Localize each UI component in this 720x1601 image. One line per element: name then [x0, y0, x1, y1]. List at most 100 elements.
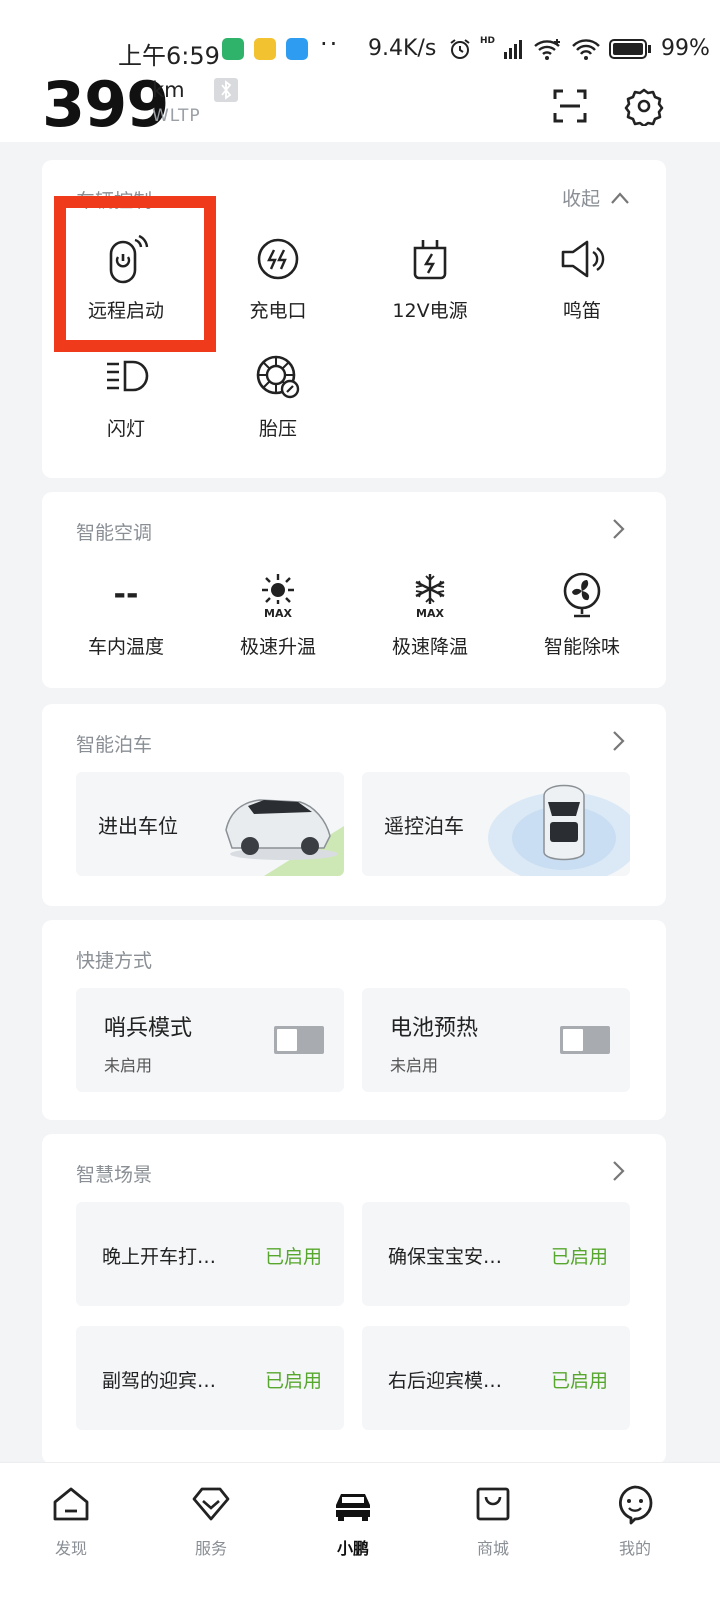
climate-card: 智能空调 -- 车内温度 MAX 极速升温 MAX 极速降温 智能除味 [42, 492, 666, 688]
climate-row: -- 车内温度 MAX 极速升温 MAX 极速降温 智能除味 [42, 570, 666, 659]
horn-label: 鸣笛 [562, 300, 601, 322]
parking-card: 智能泊车 进出车位 遥控泊车 [42, 704, 666, 906]
scene-status: 已启用 [550, 1246, 608, 1268]
collapse-button[interactable]: 收起 [562, 184, 630, 211]
tab-service[interactable]: 服务 [166, 1483, 256, 1559]
battery-preheat-toggle[interactable] [560, 1026, 610, 1054]
video-app-icon [254, 38, 276, 60]
deodorize-label: 智能除味 [543, 636, 620, 658]
scene-name: 确保宝宝安… [388, 1246, 503, 1268]
status-time: 上午6:59 [118, 42, 220, 70]
flash-light-button[interactable]: 闪灯 [50, 352, 202, 441]
scene-name: 晚上开车打… [102, 1246, 217, 1268]
car-side-illustration [225, 799, 344, 876]
tire-pressure-label: 胎压 [258, 418, 297, 440]
charge-port-label: 充电口 [249, 300, 307, 322]
park-in-out-tile[interactable]: 进出车位 [76, 772, 344, 876]
bottom-tab-bar: 发现 服务 小鹏 商城 我的 [0, 1462, 720, 1601]
remote-parking-label: 遥控泊车 [384, 814, 464, 838]
notification-icons [222, 38, 308, 60]
park-in-out-label: 进出车位 [98, 814, 178, 838]
battery-percent: 99% [661, 36, 710, 61]
alarm-icon [450, 38, 470, 59]
chevron-right-icon[interactable] [612, 730, 626, 752]
chevron-right-icon[interactable] [612, 1160, 626, 1182]
shortcuts-title: 快捷方式 [76, 950, 153, 972]
cabin-temperature-value: -- [113, 577, 139, 612]
vehicle-control-row-2: 闪灯 胎压 [42, 352, 666, 441]
cabin-temperature-label: 车内温度 [87, 636, 164, 658]
scene-status: 已启用 [264, 1370, 322, 1392]
cabin-temperature[interactable]: -- 车内温度 [50, 570, 202, 659]
tab-profile-label: 我的 [618, 1539, 651, 1558]
scenes-card: 智慧场景 晚上开车打… 已启用 确保宝宝安… 已启用 副驾的迎宾… 已启用 右后… [42, 1134, 666, 1464]
shield-app-icon [222, 38, 244, 60]
tab-discover-label: 发现 [54, 1539, 87, 1558]
rapid-cool-button[interactable]: MAX 极速降温 [354, 570, 506, 659]
scene-status: 已启用 [264, 1246, 322, 1268]
climate-title: 智能空调 [76, 522, 153, 544]
scenes-title: 智慧场景 [76, 1164, 153, 1186]
tab-xpeng-label: 小鹏 [336, 1539, 369, 1558]
snow-max-icon: MAX [415, 574, 445, 620]
tab-service-label: 服务 [194, 1539, 227, 1558]
battery-12v-button[interactable]: 12V电源 [354, 234, 506, 323]
header: 399 km WLTP [0, 68, 720, 142]
status-right: HD 99% [448, 36, 710, 61]
sun-max-badge: MAX [264, 607, 292, 620]
chevron-right-icon[interactable] [612, 518, 626, 540]
wifi-icon-1 [534, 38, 561, 60]
signal-tag: HD [480, 35, 496, 46]
tire-pressure-button[interactable]: 胎压 [202, 352, 354, 441]
rapid-cool-label: 极速降温 [391, 636, 468, 658]
sentry-mode-tile: 哨兵模式 未启用 [76, 988, 344, 1092]
scene-name: 副驾的迎宾… [102, 1370, 217, 1392]
sentry-mode-toggle[interactable] [274, 1026, 324, 1054]
battery-12v-icon [413, 240, 447, 280]
tab-profile[interactable]: 我的 [590, 1483, 680, 1559]
remote-parking-tile[interactable]: 遥控泊车 [362, 772, 630, 876]
rapid-heat-button[interactable]: MAX 极速升温 [202, 570, 354, 659]
parking-title: 智能泊车 [76, 734, 153, 756]
tab-discover[interactable]: 发现 [26, 1483, 116, 1559]
sun-max-icon: MAX [262, 574, 294, 620]
scene-tile[interactable]: 晚上开车打… 已启用 [76, 1202, 344, 1306]
horn-button[interactable]: 鸣笛 [506, 234, 658, 323]
cell-signal-icon [504, 39, 523, 59]
rapid-heat-label: 极速升温 [239, 636, 316, 658]
toggle-knob [277, 1029, 297, 1051]
deodorize-button[interactable]: 智能除味 [506, 570, 658, 659]
chat-app-icon [286, 38, 308, 60]
battery-preheat-status: 未启用 [390, 1056, 439, 1075]
horn-icon [561, 240, 605, 278]
fan-icon [563, 572, 601, 618]
tire-pressure-icon [256, 355, 300, 399]
car-top-illustration [488, 784, 630, 876]
tab-shop[interactable]: 商城 [448, 1483, 538, 1559]
scene-name: 右后迎宾模… [388, 1370, 503, 1392]
scene-tile[interactable]: 确保宝宝安… 已启用 [362, 1202, 630, 1306]
battery-preheat-title: 电池预热 [390, 1016, 479, 1041]
toggle-knob [563, 1029, 583, 1051]
gear-icon[interactable] [624, 86, 664, 126]
scene-tile[interactable]: 副驾的迎宾… 已启用 [76, 1326, 344, 1430]
battery-12v-label: 12V电源 [392, 300, 468, 322]
scene-status: 已启用 [550, 1370, 608, 1392]
charge-port-button[interactable]: 充电口 [202, 234, 354, 323]
sentry-mode-status: 未启用 [104, 1056, 153, 1075]
collapse-label: 收起 [561, 188, 600, 210]
chevron-up-icon [611, 191, 629, 204]
more-notifications-icon: ·· [320, 30, 340, 58]
network-speed: 9.4K/s [368, 36, 437, 61]
profile-icon [619, 1485, 653, 1525]
wifi-icon-2 [572, 38, 600, 60]
sentry-mode-title: 哨兵模式 [104, 1016, 193, 1041]
charge-port-icon [257, 238, 299, 280]
scan-icon[interactable] [552, 88, 588, 124]
service-icon [192, 1487, 230, 1521]
tab-xpeng[interactable]: 小鹏 [308, 1483, 398, 1559]
highlight-box [54, 196, 216, 352]
scene-tile[interactable]: 右后迎宾模… 已启用 [362, 1326, 630, 1430]
range-value: 399 [42, 68, 169, 141]
home-icon [53, 1487, 89, 1521]
